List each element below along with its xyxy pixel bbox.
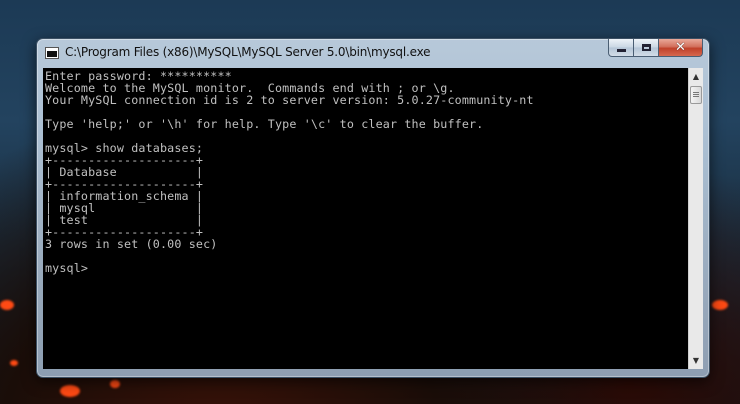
minimize-button[interactable]	[608, 39, 634, 57]
scroll-up-button[interactable]: ▲	[689, 68, 703, 85]
console-line: Your MySQL connection id is 2 to server …	[45, 93, 534, 107]
close-icon: ✕	[675, 40, 686, 55]
console-line: Type 'help;' or '\h' for help. Type '\c'…	[45, 117, 484, 131]
maximize-button[interactable]	[634, 39, 659, 57]
vertical-scrollbar[interactable]: ▲ ▼	[688, 68, 703, 369]
console-app-icon[interactable]	[45, 47, 59, 59]
scroll-up-arrow-icon: ▲	[692, 72, 700, 81]
console-line: mysql>	[45, 261, 89, 275]
console-window[interactable]: C:\Program Files (x86)\MySQL\MySQL Serve…	[36, 38, 710, 378]
background-ember	[10, 360, 18, 366]
console-output[interactable]: Enter password: ********** Welcome to th…	[43, 68, 688, 369]
window-title: C:\Program Files (x86)\MySQL\MySQL Serve…	[65, 45, 431, 59]
console-text: Enter password: ********** Welcome to th…	[43, 68, 688, 274]
scroll-down-arrow-icon: ▼	[692, 356, 700, 365]
background-ember	[110, 380, 120, 388]
background-ember	[712, 300, 728, 310]
maximize-icon	[641, 44, 651, 51]
scroll-down-button[interactable]: ▼	[689, 352, 703, 369]
scroll-thumb[interactable]	[690, 86, 702, 104]
window-controls: ✕	[608, 39, 703, 58]
title-bar[interactable]: C:\Program Files (x86)\MySQL\MySQL Serve…	[37, 39, 709, 67]
close-button[interactable]: ✕	[659, 39, 703, 57]
background-ember	[60, 385, 80, 397]
console-line: 3 rows in set (0.00 sec)	[45, 237, 218, 251]
background-ember	[0, 300, 14, 310]
minimize-icon	[616, 49, 626, 52]
